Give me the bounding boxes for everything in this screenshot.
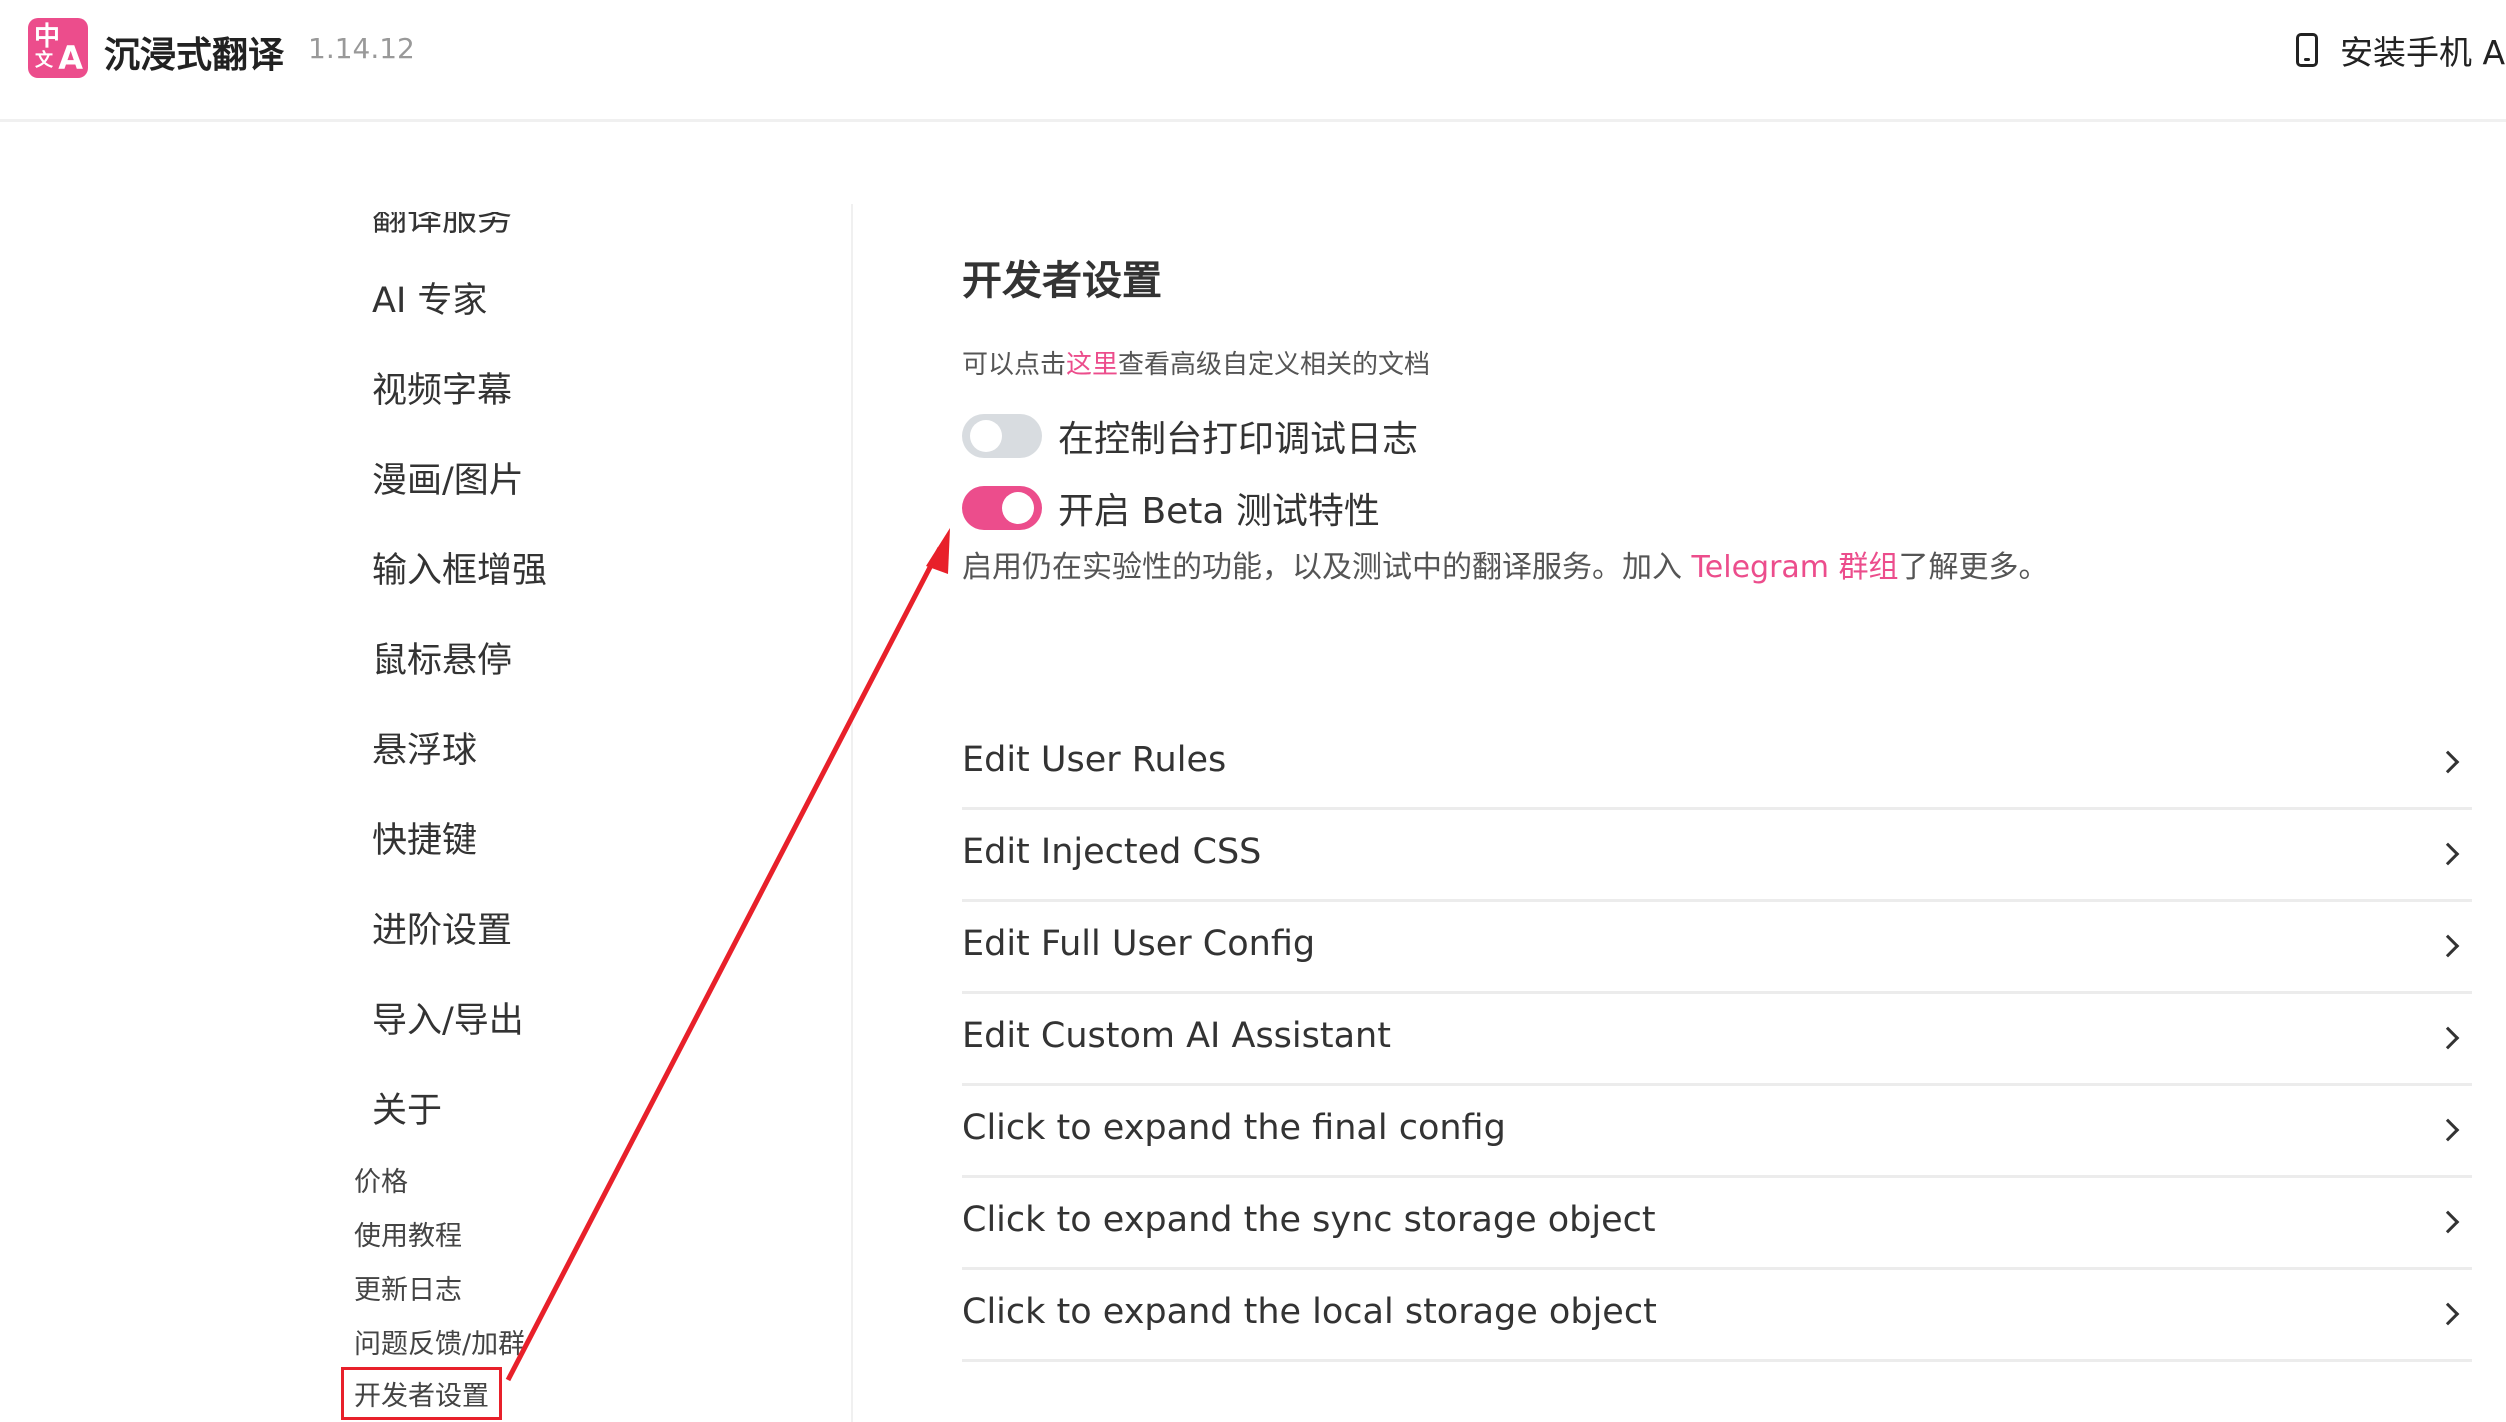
menu-row-label: Click to expand the sync storage object [962, 1200, 1656, 1240]
sidebar-item-translation-services[interactable]: 翻译服务 [372, 212, 512, 241]
chevron-right-icon [2436, 1118, 2460, 1142]
sidebar-item-video-subtitles[interactable]: 视频字幕 [372, 362, 512, 413]
menu-row-label: Edit Injected CSS [962, 832, 1262, 872]
sidebar-item-input-enhance[interactable]: 输入框增强 [372, 542, 547, 593]
menu-row-edit-injected-css[interactable]: Edit Injected CSS [962, 810, 2472, 902]
sidebar-link-feedback[interactable]: 问题反馈/加群 [354, 1322, 525, 1361]
app-title: 沉浸式翻译 [104, 35, 285, 76]
install-mobile-label: 安装手机 AI [2340, 33, 2506, 72]
sidebar-item-floating-ball[interactable]: 悬浮球 [372, 722, 477, 773]
logo-glyph-zhong: 中 [34, 22, 61, 52]
menu-row-label: Click to expand the local storage object [962, 1292, 1657, 1332]
beta-features-label: 开启 Beta 测试特性 [1058, 491, 1380, 532]
chevron-right-icon [2436, 1210, 2460, 1234]
app-version: 1.14.12 [308, 32, 415, 65]
chevron-right-icon [2436, 1302, 2460, 1326]
chevron-right-icon [2436, 842, 2460, 866]
doc-hint-prefix: 可以点击 [962, 350, 1067, 380]
sidebar-item-mouse-hover[interactable]: 鼠标悬停 [372, 632, 512, 683]
debug-log-toggle[interactable] [962, 414, 1042, 458]
debug-log-label: 在控制台打印调试日志 [1058, 419, 1419, 460]
menu-row-edit-user-rules[interactable]: Edit User Rules [962, 718, 2472, 810]
menu-row-label: Edit Full User Config [962, 924, 1316, 964]
sidebar-link-developer-settings[interactable]: 开发者设置 [341, 1367, 502, 1420]
doc-hint-suffix: 查看高级自定义相关的文档 [1118, 350, 1431, 380]
sidebar-item-import-export[interactable]: 导入/导出 [372, 992, 524, 1043]
app-logo-icon[interactable]: 中 文 A [28, 18, 88, 78]
menu-row-expand-final-config[interactable]: Click to expand the final config [962, 1086, 2472, 1178]
sidebar-link-changelog[interactable]: 更新日志 [354, 1268, 462, 1307]
logo-glyph-wen: 文 [35, 50, 53, 71]
install-mobile-link[interactable]: 安装手机 AI [2296, 26, 2506, 74]
beta-features-toggle[interactable] [962, 486, 1042, 530]
menu-row-edit-full-user-config[interactable]: Edit Full User Config [962, 902, 2472, 994]
sidebar-link-pricing[interactable]: 价格 [354, 1160, 408, 1199]
logo-glyph-a: A [58, 39, 83, 77]
sidebar: 翻译服务 AI 专家 视频字幕 漫画/图片 输入框增强 鼠标悬停 悬浮球 快捷键… [0, 122, 852, 1422]
doc-hint: 可以点击这里查看高级自定义相关的文档 [962, 344, 1430, 381]
beta-desc-prefix: 启用仍在实验性的功能，以及测试中的翻译服务。加入 [962, 550, 1692, 585]
page-title: 开发者设置 [962, 258, 1162, 304]
menu-row-expand-sync-storage[interactable]: Click to expand the sync storage object [962, 1178, 2472, 1270]
menu-row-expand-local-storage[interactable]: Click to expand the local storage object [962, 1270, 2472, 1362]
chevron-right-icon [2436, 750, 2460, 774]
beta-features-row: 开启 Beta 测试特性 [962, 482, 1380, 534]
sidebar-link-tutorial[interactable]: 使用教程 [354, 1214, 462, 1253]
debug-log-row: 在控制台打印调试日志 [962, 410, 1418, 462]
chevron-right-icon [2436, 934, 2460, 958]
menu-row-label: Edit User Rules [962, 740, 1227, 780]
sidebar-item-about[interactable]: 关于 [372, 1082, 442, 1133]
chevron-right-icon [2436, 1026, 2460, 1050]
sidebar-divider [851, 204, 853, 1422]
doc-link[interactable]: 这里 [1066, 350, 1118, 380]
toggle-knob [1002, 492, 1034, 524]
top-bar: 中 文 A 沉浸式翻译 1.14.12 安装手机 AI [0, 0, 2506, 122]
sidebar-item-advanced[interactable]: 进阶设置 [372, 902, 512, 953]
menu-row-label: Click to expand the final config [962, 1108, 1506, 1148]
beta-description: 启用仍在实验性的功能，以及测试中的翻译服务。加入 Telegram 群组了解更多… [962, 542, 2049, 586]
sidebar-item-ai-expert[interactable]: AI 专家 [372, 272, 487, 323]
menu-row-edit-custom-ai-assistant[interactable]: Edit Custom AI Assistant [962, 994, 2472, 1086]
toggle-knob [970, 420, 1002, 452]
sidebar-item-shortcuts[interactable]: 快捷键 [372, 812, 477, 863]
phone-icon [2296, 33, 2318, 67]
menu-row-label: Edit Custom AI Assistant [962, 1016, 1391, 1056]
sidebar-item-manga-images[interactable]: 漫画/图片 [372, 452, 524, 503]
annotation-arrow-head [926, 528, 950, 574]
telegram-group-link[interactable]: Telegram 群组 [1692, 550, 1899, 585]
beta-desc-suffix: 了解更多。 [1898, 550, 2049, 585]
